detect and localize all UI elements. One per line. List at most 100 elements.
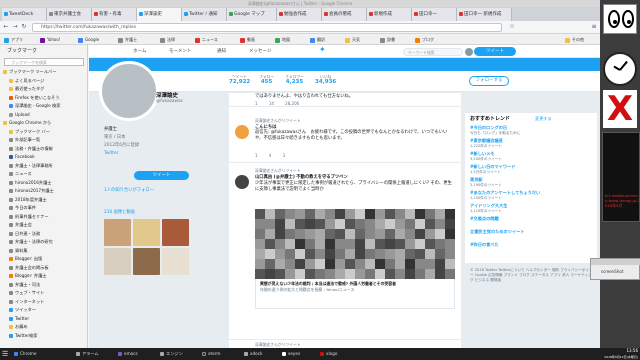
taskbar-clock[interactable]: 13:56 2018年9月12日(水曜日) (603, 348, 640, 360)
sidebar-item[interactable]: 深澤諭史 - Google 検索 (0, 102, 88, 109)
photo-thumbnail[interactable] (162, 219, 189, 246)
tweet-actions[interactable]: 1 14 28,206 (255, 101, 299, 106)
sidebar-item[interactable]: インターネット (0, 298, 88, 305)
xlogo-icon[interactable]: X (603, 90, 637, 128)
sidebar-item[interactable]: よく見るページ (0, 77, 88, 84)
sidebar-item[interactable]: 今日の事件 (0, 204, 88, 211)
bookmark-item[interactable]: 辞書 (380, 36, 395, 43)
sidebar-item[interactable]: 弁護士会の掲示板 (0, 264, 88, 271)
avatar[interactable] (235, 125, 249, 139)
trend-item[interactable]: #あなたのアンケートしてちょうだい 1,150件のツイート (470, 190, 540, 201)
photo-thumbnail[interactable] (104, 248, 131, 275)
sidebar-item[interactable]: hirono2016弁護士 (0, 179, 88, 186)
bookmark-item[interactable]: Yahoo! (40, 36, 60, 43)
photo-thumbnail[interactable] (133, 248, 160, 275)
sidebar-item[interactable]: 日弁連・法務 (0, 230, 88, 237)
twitter-bird-icon[interactable]: ✦ (319, 46, 326, 54)
sidebar-item[interactable]: Twitter (0, 315, 88, 322)
tab-9[interactable]: 田口幸一 (412, 8, 457, 21)
stat-followers[interactable]: フォロワー 4,235 (285, 74, 304, 86)
bookmark-item[interactable]: その他 (565, 36, 584, 43)
tab-6[interactable]: 勉強会作成 (277, 8, 322, 21)
bookmark-item[interactable]: ブログ (415, 36, 434, 43)
sidebar-item[interactable]: 刑事弁護セミナー (0, 213, 88, 220)
reload-icon[interactable]: ↻ (20, 23, 28, 31)
tweet[interactable]: 深澤諭史さんがリツイート 山口真由 (@弁護士) 不動の教えを守るブツベン 少年… (229, 165, 461, 340)
tab-8[interactable]: 新規作成 (367, 8, 412, 21)
sidebar-item[interactable]: 弁護士・法律事務所 (0, 162, 88, 169)
profile-link[interactable]: Twitter (104, 151, 118, 157)
tab-0[interactable]: TweetDeck (2, 8, 47, 21)
taskbar-item-2[interactable]: emacs (118, 349, 158, 359)
photo-thumbnail[interactable] (133, 219, 160, 246)
nav-notifications[interactable]: 通知 (217, 48, 226, 55)
trend-item[interactable]: #昨日の食べた (470, 242, 499, 248)
tab-7[interactable]: 会員の懲戒 (322, 8, 367, 21)
photos-link[interactable]: 216 画像と動画 (104, 210, 135, 216)
tweet[interactable]: 深澤諭史さんがリツイート (229, 341, 461, 348)
sidebar-search-input[interactable]: ブックマークを検索 (4, 58, 84, 66)
sidebar-item[interactable]: 外部記事一覧 (0, 136, 88, 143)
bookmark-item[interactable]: アプリ (4, 36, 23, 43)
bookmark-item[interactable]: 法律 (160, 36, 175, 43)
photo-thumbnail[interactable] (162, 248, 189, 275)
tweet[interactable]: 深澤諭史さんがリツイート こんにちは 返信先: @fukazawasさん お疲れ… (229, 115, 461, 163)
follow-button[interactable]: フォローする (469, 76, 509, 86)
tab-10[interactable]: 田口幸一 新規作成 (457, 8, 512, 21)
sidebar-item[interactable]: お薦め (0, 323, 88, 330)
trend-item[interactable]: #交差点の問題 (470, 216, 499, 222)
twitter-search-input[interactable]: キーワード検索 (403, 48, 463, 56)
photo-thumbnail[interactable] (104, 219, 131, 246)
trend-item[interactable]: 立憲民主党のためのツイート (470, 229, 524, 235)
tweet-image[interactable] (255, 209, 455, 279)
nav-messages[interactable]: メッセージ (249, 48, 271, 55)
sidebar-item[interactable]: ツイッター (0, 306, 88, 313)
sidebar-item[interactable]: 法務・弁護士の情報 (0, 145, 88, 152)
trend-item[interactable]: #今日のロングの日 今日も「ロング」を取るために (470, 125, 520, 136)
stat-tweets[interactable]: ツイート 72,922 (229, 74, 250, 86)
tweet-author[interactable]: 山口真由 (@弁護士) 不動の教えを守るブツベン (255, 174, 455, 180)
sidebar-item[interactable]: Upload (0, 111, 88, 118)
trends-change-link[interactable]: 変更する (535, 116, 552, 122)
trend-item[interactable]: #東京都議会議長 1,222件のツイート (470, 138, 503, 149)
trend-item[interactable]: #新しい日のマイワード 1.5万件のツイート (470, 164, 515, 175)
back-icon[interactable]: ← (2, 23, 10, 31)
popup-titlebar[interactable] (591, 259, 640, 265)
tweet-actions[interactable]: 1 4 3 (255, 153, 285, 158)
taskbar-item-4[interactable]: xterm (202, 349, 242, 359)
sidebar-item[interactable]: Blogger: 弁護士 (0, 272, 88, 279)
sidebar-item[interactable]: hironos2017弁護士 (0, 187, 88, 194)
sidebar-item[interactable]: Firefox を使いこなそう (0, 94, 88, 101)
sidebar-item[interactable]: 弁護士・法律の研究 (0, 238, 88, 245)
terminal-window[interactable]: fc2.webtd-server-up-bdng-dengs.jp-2018年9… (602, 132, 640, 222)
link-card[interactable]: 実態が見えない少年法の裁判 / 本当は違法で懲戒? 外国人労働者とその受容者 年… (255, 279, 455, 309)
bookmark-item[interactable]: 翻訳 (310, 36, 325, 43)
tweet[interactable]: ではありませんよ、やはり言われても仕方ないね。 1 14 28,206 (229, 93, 461, 107)
start-menu-icon[interactable]: ☰ (2, 349, 12, 359)
sidebar-item[interactable]: ニュース (0, 170, 88, 177)
taskbar-item-5[interactable]: xdock (244, 349, 280, 359)
bookmark-item[interactable]: Google (78, 36, 99, 43)
sidebar-item[interactable]: ブックマーク ツールバー (0, 68, 88, 75)
menu-icon[interactable]: ≡ (590, 23, 598, 31)
tweet-to-button[interactable]: ツイート (134, 171, 189, 180)
sidebar-item[interactable]: ブックマーク バー (0, 128, 88, 135)
tweet-button[interactable]: ツイート (474, 47, 516, 56)
trend-item[interactable]: アイドリング大大生 1,110件のツイート (470, 203, 507, 214)
sidebar-item[interactable]: 弁護士・司法 (0, 281, 88, 288)
sidebar-item[interactable]: 最近使ったタグ (0, 85, 88, 92)
sidebar-item[interactable]: Google Chrome から (0, 119, 88, 126)
sidebar-item[interactable]: Blogger: 出版 (0, 255, 88, 262)
avatar[interactable] (465, 48, 473, 56)
avatar[interactable] (235, 175, 249, 189)
trend-item[interactable]: 東京駅 2,190件のツイート (470, 177, 502, 188)
address-bar[interactable]: https://twitter.com/fukazawas/with_repli… (32, 23, 502, 32)
forward-icon[interactable]: → (11, 23, 19, 31)
screenshot-popup[interactable]: screenShot (590, 258, 640, 280)
sidebar-item[interactable]: Twitter検索 (0, 332, 88, 339)
bookmark-item[interactable]: ニュース (195, 36, 218, 43)
tab-5[interactable]: Google マップ (227, 8, 277, 21)
bookmark-item[interactable]: 弁護士 (118, 36, 137, 43)
tab-3[interactable]: 深澤諭史 (137, 8, 182, 21)
sidebar-item[interactable]: 2018年度弁護士 (0, 196, 88, 203)
